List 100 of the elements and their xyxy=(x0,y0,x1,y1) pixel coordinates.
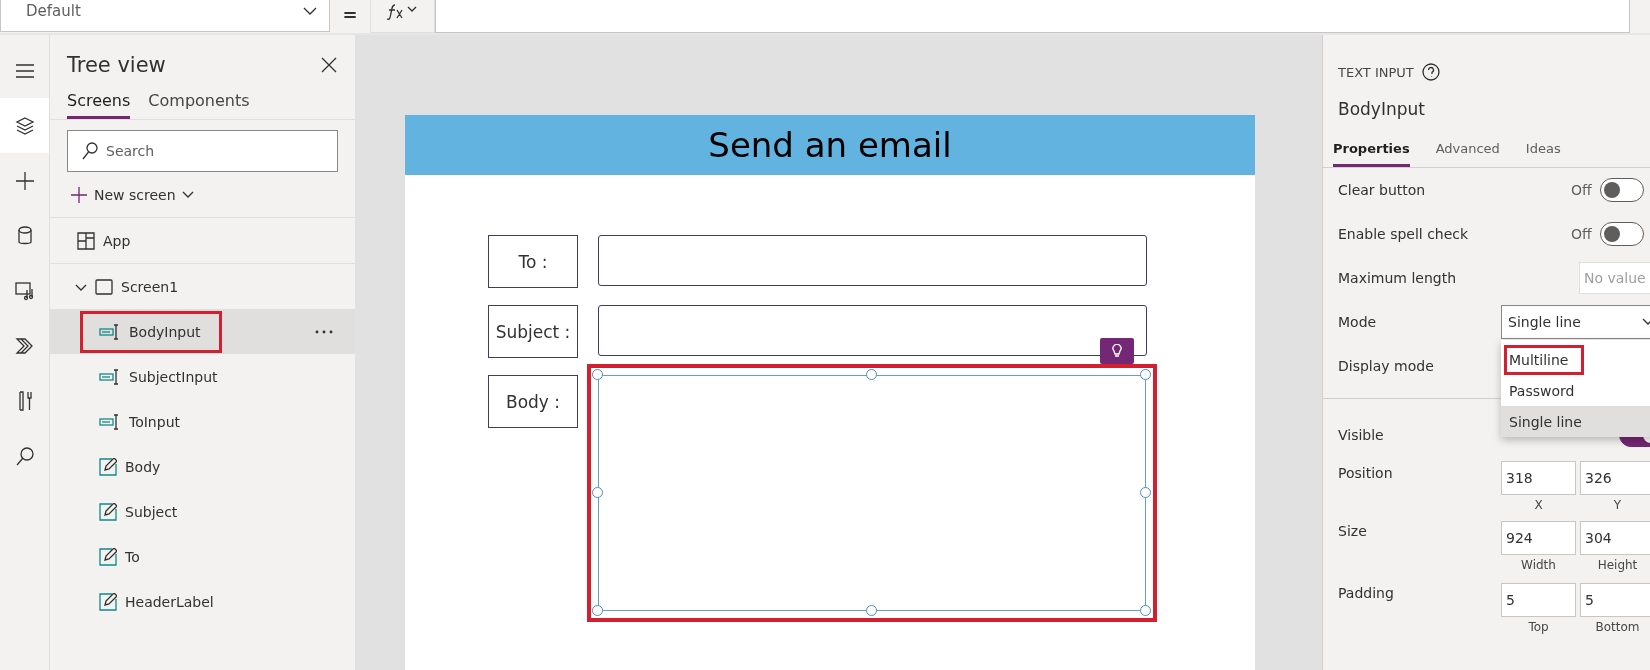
tools-icon xyxy=(16,389,33,412)
resize-handle[interactable] xyxy=(866,369,877,380)
property-label: Clear button xyxy=(1338,182,1427,198)
help-icon[interactable] xyxy=(1421,63,1440,81)
property-dropdown[interactable]: Default xyxy=(0,0,330,32)
property-label: Position xyxy=(1338,464,1394,481)
number-field[interactable]: 5 xyxy=(1580,582,1650,617)
property-label: Visible xyxy=(1338,427,1385,443)
text-input-icon xyxy=(99,368,121,385)
new-screen-button[interactable]: New screen xyxy=(50,172,355,218)
property-label: Enable spell check xyxy=(1338,226,1470,242)
toggle-switch[interactable] xyxy=(1599,222,1644,246)
equals-sign: = xyxy=(341,3,359,27)
edit-label-icon xyxy=(99,502,117,521)
more-icon xyxy=(315,329,333,334)
tree-item[interactable]: BodyInput xyxy=(50,309,355,354)
field-caption: Y xyxy=(1613,497,1622,512)
property-label: Maximum length xyxy=(1338,270,1458,286)
tree-item[interactable]: Subject xyxy=(50,489,355,534)
field-caption: Width xyxy=(1521,557,1556,572)
lightbulb-icon xyxy=(1112,344,1122,358)
tree-item-label: ToInput xyxy=(129,413,180,430)
app-icon xyxy=(77,231,95,250)
chevron-down-icon xyxy=(303,6,317,16)
number-field[interactable]: 924 xyxy=(1501,520,1576,555)
tab[interactable]: Advanced xyxy=(1435,135,1500,167)
text-input[interactable] xyxy=(598,375,1146,611)
media-icon xyxy=(14,280,35,301)
toggle-state: Off xyxy=(1571,182,1592,198)
tree-item[interactable]: Screen1 xyxy=(50,264,355,309)
tree-item-label: Body xyxy=(125,458,161,475)
tree-item[interactable]: App xyxy=(50,218,355,263)
control-name: BodyInput xyxy=(1338,99,1426,119)
text-input-icon xyxy=(99,413,121,430)
field-label: Subject : xyxy=(488,305,578,358)
tab[interactable]: Screens xyxy=(67,85,131,119)
property-label: Display mode xyxy=(1338,358,1435,374)
field-caption: Top xyxy=(1528,619,1549,634)
field-label: To : xyxy=(488,235,578,288)
ideas-button[interactable] xyxy=(1100,338,1134,364)
resize-handle[interactable] xyxy=(592,369,603,380)
layers-icon xyxy=(14,115,35,136)
toggle-switch[interactable] xyxy=(1599,178,1644,202)
tree-item-label: Subject xyxy=(125,503,178,520)
function-button[interactable] xyxy=(370,0,435,33)
mode-dropdown[interactable]: Single line xyxy=(1501,305,1650,339)
tab[interactable]: Components xyxy=(148,85,250,119)
search-icon xyxy=(82,142,98,160)
field-caption: X xyxy=(1534,497,1543,512)
tree-item[interactable]: SubjectInput xyxy=(50,354,355,399)
tab[interactable]: Properties xyxy=(1333,135,1410,167)
tree-item-label: BodyInput xyxy=(129,323,201,340)
add-icon xyxy=(14,170,35,191)
dropdown-option[interactable]: Single line xyxy=(1501,406,1650,437)
tree-item[interactable]: HeaderLabel xyxy=(50,579,355,624)
number-field[interactable]: 318 xyxy=(1501,460,1576,495)
number-field[interactable]: 5 xyxy=(1501,582,1576,617)
tree-item-label: HeaderLabel xyxy=(125,593,214,610)
chevron-down-icon xyxy=(181,190,194,199)
edit-label-icon xyxy=(99,592,117,611)
resize-handle[interactable] xyxy=(1140,605,1151,616)
tree-item[interactable]: Body xyxy=(50,444,355,489)
edit-label-icon xyxy=(99,457,117,476)
search-field[interactable]: Search xyxy=(67,130,338,172)
text-input[interactable] xyxy=(598,305,1147,356)
header-label: Send an email xyxy=(405,115,1255,175)
property-label: Padding xyxy=(1338,584,1395,601)
add-icon xyxy=(70,185,88,204)
tree-item[interactable]: To xyxy=(50,534,355,579)
tree-item-label: To xyxy=(125,548,140,565)
panel-title: Tree view xyxy=(67,53,166,77)
property-label: Size xyxy=(1338,522,1368,539)
resize-handle[interactable] xyxy=(592,605,603,616)
edit-label-icon xyxy=(99,547,117,566)
flow-icon xyxy=(14,335,35,356)
text-input-icon xyxy=(99,323,121,340)
menu-icon xyxy=(14,62,35,79)
number-field[interactable]: 304 xyxy=(1580,520,1650,555)
resize-handle[interactable] xyxy=(592,487,603,498)
tree-item-label: App xyxy=(103,232,131,249)
close-icon[interactable] xyxy=(321,57,337,73)
resize-handle[interactable] xyxy=(1140,369,1151,380)
number-field[interactable]: 326 xyxy=(1580,460,1650,495)
tab[interactable]: Ideas xyxy=(1525,135,1561,167)
text-input[interactable] xyxy=(598,235,1147,286)
database-icon xyxy=(17,225,32,246)
screen-icon xyxy=(95,278,113,295)
search-icon xyxy=(14,445,35,466)
toggle-state: Off xyxy=(1571,226,1592,242)
tree-item-label: Screen1 xyxy=(121,278,179,295)
property-label: Mode xyxy=(1338,314,1378,330)
resize-handle[interactable] xyxy=(866,605,877,616)
field-caption: Bottom xyxy=(1595,619,1640,634)
tree-item-label: SubjectInput xyxy=(129,368,218,385)
resize-handle[interactable] xyxy=(1140,487,1151,498)
field-caption: Height xyxy=(1597,557,1638,572)
formula-field[interactable] xyxy=(435,0,1630,33)
field-label: Body : xyxy=(488,375,578,428)
tree-item[interactable]: ToInput xyxy=(50,399,355,444)
control-type: TEXT INPUT xyxy=(1338,64,1414,80)
